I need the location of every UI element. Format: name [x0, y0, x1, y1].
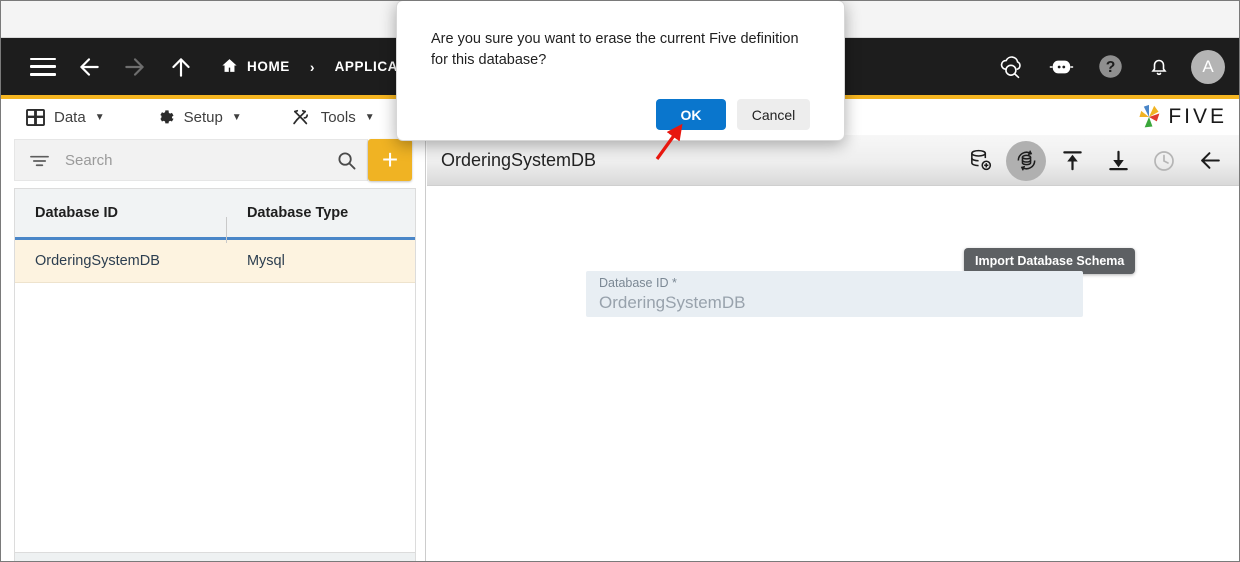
import-database-schema-icon[interactable]	[1006, 140, 1046, 181]
form-area: Import Database Schema Database ID * Ord…	[427, 186, 1239, 561]
content-header: OrderingSystemDB	[427, 135, 1239, 186]
content-toolbar	[960, 135, 1230, 186]
navbar-right-icons: ? A	[995, 38, 1225, 95]
ok-button[interactable]: OK	[656, 99, 726, 130]
forward-arrow-icon[interactable]	[115, 47, 155, 87]
database-grid: Database ID Database Type OrderingSystem…	[14, 188, 416, 553]
grid-header-row: Database ID Database Type	[15, 189, 415, 243]
column-header-database-type[interactable]: Database Type	[227, 205, 415, 221]
dialog-message: Are you sure you want to erase the curre…	[431, 31, 799, 68]
chevron-down-icon: ▼	[94, 111, 105, 123]
menu-item-setup[interactable]: Setup ▼	[155, 107, 242, 127]
search-icon[interactable]	[335, 149, 357, 171]
page-title: OrderingSystemDB	[441, 149, 597, 170]
total-rows-bar: Total Rows: 1	[14, 553, 416, 561]
breadcrumb-item-home[interactable]: HOME	[221, 57, 290, 77]
content-panel: OrderingSystemDB Import Database Schema …	[427, 135, 1239, 561]
breadcrumb-home-label: HOME	[247, 59, 290, 74]
upload-icon[interactable]	[1052, 141, 1092, 181]
five-logo-text: FIVE	[1168, 105, 1227, 128]
cloud-check-icon[interactable]	[995, 50, 1029, 84]
confirmation-dialog: Are you sure you want to erase the curre…	[396, 1, 845, 141]
home-icon	[221, 57, 238, 77]
search-input[interactable]	[63, 150, 335, 170]
cancel-button[interactable]: Cancel	[737, 99, 810, 130]
column-header-database-id[interactable]: Database ID	[15, 205, 227, 243]
chevron-down-icon: ▼	[231, 111, 242, 123]
cell-database-id: OrderingSystemDB	[35, 253, 160, 269]
database-id-label: Database ID *	[599, 276, 677, 290]
chevron-down-icon: ▼	[364, 111, 375, 123]
notification-bell-icon[interactable]	[1142, 50, 1176, 84]
database-id-field[interactable]: Database ID * OrderingSystemDB	[586, 271, 1083, 317]
cell-database-type: Mysql	[246, 253, 285, 269]
five-logo: FIVE	[1136, 104, 1227, 130]
filter-icon[interactable]	[29, 150, 49, 170]
grid-empty-area	[15, 283, 415, 551]
add-database-icon[interactable]	[960, 141, 1000, 181]
search-box[interactable]	[14, 139, 368, 181]
gear-icon	[155, 107, 175, 127]
help-icon[interactable]: ?	[1093, 50, 1127, 84]
back-arrow-icon[interactable]	[69, 47, 109, 87]
menu-label-data: Data	[54, 108, 86, 126]
download-icon[interactable]	[1098, 141, 1138, 181]
add-record-button[interactable]: +	[368, 139, 412, 181]
menu-item-tools[interactable]: Tools ▼	[292, 107, 375, 127]
hamburger-menu-icon[interactable]	[23, 47, 63, 87]
sidebar-panel: + Database ID Database Type OrderingSyst…	[2, 135, 426, 561]
grid-icon	[25, 107, 45, 127]
tools-icon	[292, 107, 312, 127]
history-icon	[1144, 141, 1184, 181]
svg-text:?: ?	[1105, 59, 1115, 76]
up-arrow-icon[interactable]	[161, 47, 201, 87]
menu-item-data[interactable]: Data ▼	[25, 107, 105, 127]
database-id-value: OrderingSystemDB	[599, 293, 746, 312]
menu-label-setup: Setup	[183, 108, 223, 126]
table-row[interactable]: OrderingSystemDB Mysql	[15, 240, 415, 283]
breadcrumb-separator: ›	[309, 58, 315, 75]
dialog-buttons: OK Cancel	[656, 99, 810, 130]
search-row: +	[14, 139, 412, 181]
menu-label-tools: Tools	[320, 108, 356, 126]
five-pinwheel-icon	[1139, 104, 1160, 128]
chatbot-icon[interactable]	[1044, 50, 1078, 84]
avatar[interactable]: A	[1191, 49, 1225, 84]
back-icon[interactable]	[1190, 141, 1230, 181]
application-window: HOME › APPLICATION ? A Data ▼ Setup ▼ To…	[0, 0, 1240, 562]
